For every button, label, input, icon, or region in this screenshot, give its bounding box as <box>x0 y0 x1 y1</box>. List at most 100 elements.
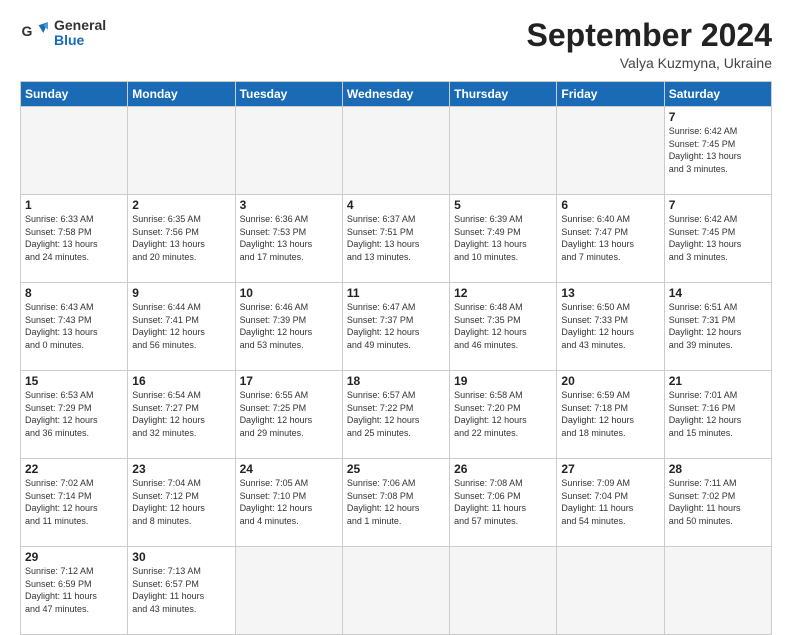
day-number: 26 <box>454 462 552 476</box>
day-number: 13 <box>561 286 659 300</box>
table-cell-day22: 22 Sunrise: 7:02 AMSunset: 7:14 PMDaylig… <box>21 459 128 547</box>
table-row: 22 Sunrise: 7:02 AMSunset: 7:14 PMDaylig… <box>21 459 772 547</box>
day-number: 12 <box>454 286 552 300</box>
day-info: Sunrise: 6:55 AMSunset: 7:25 PMDaylight:… <box>240 389 338 439</box>
logo-blue-text: Blue <box>54 33 106 48</box>
col-wednesday: Wednesday <box>342 82 449 107</box>
table-cell-day26: 26 Sunrise: 7:08 AMSunset: 7:06 PMDaylig… <box>450 459 557 547</box>
day-info: Sunrise: 7:06 AMSunset: 7:08 PMDaylight:… <box>347 477 445 527</box>
day-info: Sunrise: 6:53 AMSunset: 7:29 PMDaylight:… <box>25 389 123 439</box>
day-number: 27 <box>561 462 659 476</box>
day-number: 29 <box>25 550 123 564</box>
table-row: 1 Sunrise: 6:33 AMSunset: 7:58 PMDayligh… <box>21 195 772 283</box>
day-number: 10 <box>240 286 338 300</box>
day-number: 14 <box>669 286 767 300</box>
day-info: Sunrise: 6:44 AMSunset: 7:41 PMDaylight:… <box>132 301 230 351</box>
day-number: 3 <box>240 198 338 212</box>
day-info: Sunrise: 6:36 AMSunset: 7:53 PMDaylight:… <box>240 213 338 263</box>
day-number: 23 <box>132 462 230 476</box>
day-number: 25 <box>347 462 445 476</box>
day-number: 30 <box>132 550 230 564</box>
col-sunday: Sunday <box>21 82 128 107</box>
table-cell-day11: 11 Sunrise: 6:47 AMSunset: 7:37 PMDaylig… <box>342 283 449 371</box>
col-saturday: Saturday <box>664 82 771 107</box>
table-row: 29 Sunrise: 7:12 AMSunset: 6:59 PMDaylig… <box>21 547 772 635</box>
table-cell-day1: 1 Sunrise: 6:33 AMSunset: 7:58 PMDayligh… <box>21 195 128 283</box>
day-info: Sunrise: 6:42 AMSunset: 7:45 PMDaylight:… <box>669 213 767 263</box>
day-info: Sunrise: 7:11 AMSunset: 7:02 PMDaylight:… <box>669 477 767 527</box>
day-info: Sunrise: 6:58 AMSunset: 7:20 PMDaylight:… <box>454 389 552 439</box>
day-info: Sunrise: 6:51 AMSunset: 7:31 PMDaylight:… <box>669 301 767 351</box>
day-number: 20 <box>561 374 659 388</box>
day-info: Sunrise: 6:40 AMSunset: 7:47 PMDaylight:… <box>561 213 659 263</box>
table-cell-day13: 13 Sunrise: 6:50 AMSunset: 7:33 PMDaylig… <box>557 283 664 371</box>
table-cell-day20: 20 Sunrise: 6:59 AMSunset: 7:18 PMDaylig… <box>557 371 664 459</box>
page: G General Blue September 2024 Valya Kuzm… <box>0 0 792 612</box>
day-info: Sunrise: 7:01 AMSunset: 7:16 PMDaylight:… <box>669 389 767 439</box>
table-row: 7 Sunrise: 6:42 AMSunset: 7:45 PMDayligh… <box>21 107 772 195</box>
table-cell-day16: 16 Sunrise: 6:54 AMSunset: 7:27 PMDaylig… <box>128 371 235 459</box>
table-cell-day24: 24 Sunrise: 7:05 AMSunset: 7:10 PMDaylig… <box>235 459 342 547</box>
day-info: Sunrise: 7:05 AMSunset: 7:10 PMDaylight:… <box>240 477 338 527</box>
calendar-header-row: Sunday Monday Tuesday Wednesday Thursday… <box>21 82 772 107</box>
table-cell-day12: 12 Sunrise: 6:48 AMSunset: 7:35 PMDaylig… <box>450 283 557 371</box>
table-row: 15 Sunrise: 6:53 AMSunset: 7:29 PMDaylig… <box>21 371 772 459</box>
day-info: Sunrise: 6:59 AMSunset: 7:18 PMDaylight:… <box>561 389 659 439</box>
table-cell-day15: 15 Sunrise: 6:53 AMSunset: 7:29 PMDaylig… <box>21 371 128 459</box>
day-number: 4 <box>347 198 445 212</box>
day-info: Sunrise: 6:39 AMSunset: 7:49 PMDaylight:… <box>454 213 552 263</box>
day-number: 18 <box>347 374 445 388</box>
table-cell-day10: 10 Sunrise: 6:46 AMSunset: 7:39 PMDaylig… <box>235 283 342 371</box>
table-cell-day29: 29 Sunrise: 7:12 AMSunset: 6:59 PMDaylig… <box>21 547 128 635</box>
table-cell-day7b: 7 Sunrise: 6:42 AMSunset: 7:45 PMDayligh… <box>664 195 771 283</box>
day-number: 8 <box>25 286 123 300</box>
table-cell-empty <box>342 547 449 635</box>
day-info: Sunrise: 7:08 AMSunset: 7:06 PMDaylight:… <box>454 477 552 527</box>
table-cell-empty <box>664 547 771 635</box>
table-cell-empty <box>235 547 342 635</box>
logo: G General Blue <box>20 18 106 49</box>
day-number: 11 <box>347 286 445 300</box>
title-section: September 2024 Valya Kuzmyna, Ukraine <box>527 18 772 71</box>
day-number: 9 <box>132 286 230 300</box>
table-cell-day8: 8 Sunrise: 6:43 AMSunset: 7:43 PMDayligh… <box>21 283 128 371</box>
day-info: Sunrise: 6:50 AMSunset: 7:33 PMDaylight:… <box>561 301 659 351</box>
table-cell-empty <box>342 107 449 195</box>
table-cell-empty <box>557 547 664 635</box>
month-title: September 2024 <box>527 18 772 53</box>
table-cell-day21: 21 Sunrise: 7:01 AMSunset: 7:16 PMDaylig… <box>664 371 771 459</box>
table-cell-day28: 28 Sunrise: 7:11 AMSunset: 7:02 PMDaylig… <box>664 459 771 547</box>
day-info: Sunrise: 6:57 AMSunset: 7:22 PMDaylight:… <box>347 389 445 439</box>
day-number: 21 <box>669 374 767 388</box>
table-row: 8 Sunrise: 6:43 AMSunset: 7:43 PMDayligh… <box>21 283 772 371</box>
day-info: Sunrise: 6:54 AMSunset: 7:27 PMDaylight:… <box>132 389 230 439</box>
header: G General Blue September 2024 Valya Kuzm… <box>20 18 772 71</box>
day-number: 22 <box>25 462 123 476</box>
table-cell-empty <box>450 547 557 635</box>
table-cell-empty <box>450 107 557 195</box>
day-number: 24 <box>240 462 338 476</box>
day-info: Sunrise: 6:48 AMSunset: 7:35 PMDaylight:… <box>454 301 552 351</box>
svg-text:G: G <box>22 24 33 40</box>
table-cell-empty <box>557 107 664 195</box>
table-cell-day3: 3 Sunrise: 6:36 AMSunset: 7:53 PMDayligh… <box>235 195 342 283</box>
day-info: Sunrise: 6:35 AMSunset: 7:56 PMDaylight:… <box>132 213 230 263</box>
table-cell-empty <box>128 107 235 195</box>
table-cell-day6: 6 Sunrise: 6:40 AMSunset: 7:47 PMDayligh… <box>557 195 664 283</box>
day-number: 6 <box>561 198 659 212</box>
day-info: Sunrise: 6:46 AMSunset: 7:39 PMDaylight:… <box>240 301 338 351</box>
day-info: Sunrise: 6:33 AMSunset: 7:58 PMDaylight:… <box>25 213 123 263</box>
day-info: Sunrise: 7:13 AMSunset: 6:57 PMDaylight:… <box>132 565 230 615</box>
calendar-table: Sunday Monday Tuesday Wednesday Thursday… <box>20 81 772 635</box>
col-tuesday: Tuesday <box>235 82 342 107</box>
location-subtitle: Valya Kuzmyna, Ukraine <box>527 55 772 71</box>
day-number: 28 <box>669 462 767 476</box>
day-number: 16 <box>132 374 230 388</box>
day-number: 7 <box>669 198 767 212</box>
table-cell-day25: 25 Sunrise: 7:06 AMSunset: 7:08 PMDaylig… <box>342 459 449 547</box>
table-cell-day17: 17 Sunrise: 6:55 AMSunset: 7:25 PMDaylig… <box>235 371 342 459</box>
table-cell-empty <box>235 107 342 195</box>
day-number: 7 <box>669 110 767 124</box>
table-cell-day18: 18 Sunrise: 6:57 AMSunset: 7:22 PMDaylig… <box>342 371 449 459</box>
col-thursday: Thursday <box>450 82 557 107</box>
